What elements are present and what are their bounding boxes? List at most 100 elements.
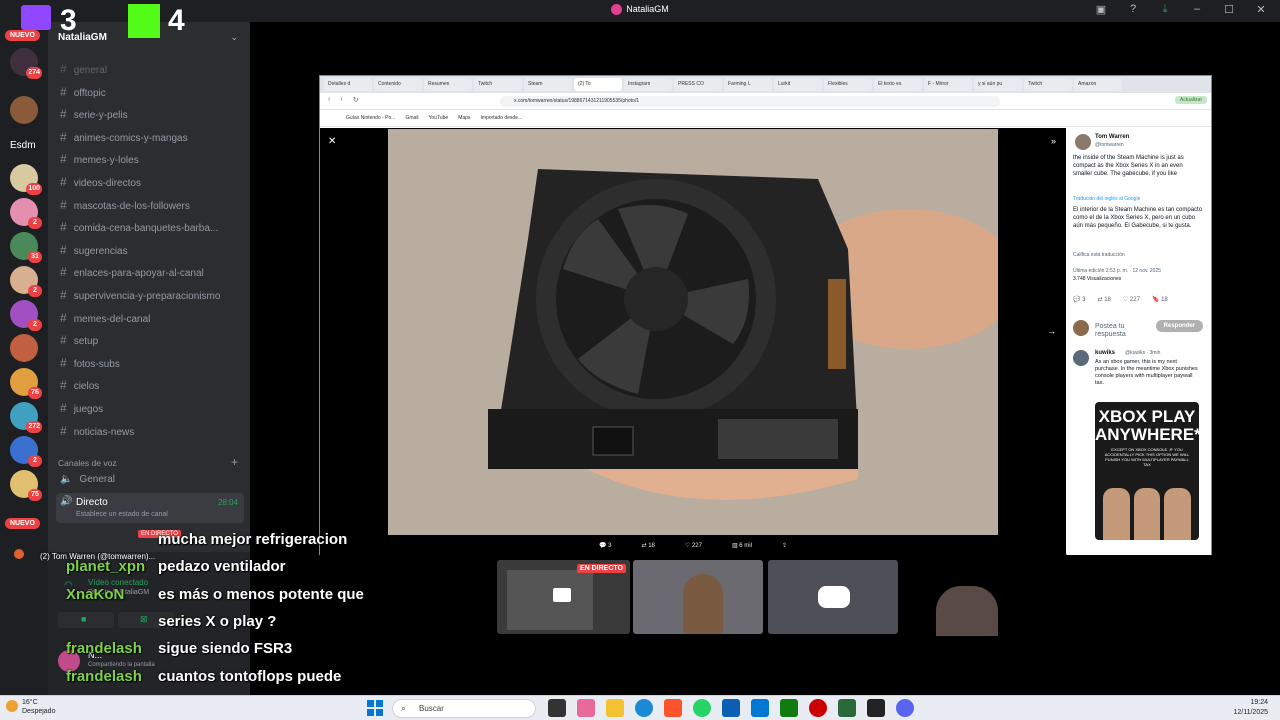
- update-button[interactable]: Actualizar: [1175, 96, 1207, 104]
- close-icon[interactable]: ✕: [328, 136, 336, 147]
- browser-tab[interactable]: Amazon: [1074, 78, 1122, 91]
- url-field[interactable]: x.com/tomwarren/status/19886714312119055…: [500, 96, 1000, 107]
- channel-item[interactable]: # memes-y-loles: [60, 152, 139, 166]
- file-explorer-icon[interactable]: [606, 699, 624, 717]
- channel-status[interactable]: Establece un estado de canal: [76, 511, 168, 518]
- avatar[interactable]: [1073, 350, 1089, 366]
- server-icon[interactable]: 75: [10, 470, 42, 501]
- reload-icon[interactable]: ↻: [353, 96, 359, 104]
- bookmark-item[interactable]: Maps: [458, 115, 470, 126]
- channel-item[interactable]: # animes-comics-y-mangas: [60, 130, 188, 144]
- translation-label[interactable]: Traducido del inglés al Google: [1073, 196, 1140, 202]
- server-icon[interactable]: 2: [10, 436, 42, 467]
- taskbar-search[interactable]: ⌕ Buscar: [392, 699, 536, 718]
- weather-widget[interactable]: 16°C Despejado: [22, 698, 55, 716]
- browser-tab[interactable]: PRESS CO: [674, 78, 722, 91]
- server-icon[interactable]: [10, 96, 38, 124]
- server-icon[interactable]: 31: [10, 232, 42, 263]
- chevron-down-icon[interactable]: ⌄: [230, 32, 238, 43]
- channel-item[interactable]: # mascotas-de-los-followers: [60, 198, 190, 212]
- server-icon[interactable]: 272: [10, 402, 42, 433]
- server-icon[interactable]: 2: [10, 266, 42, 297]
- repost-icon[interactable]: ⇄ 18: [1097, 296, 1110, 303]
- browser-tab[interactable]: Contenido: [374, 78, 422, 91]
- server-icon[interactable]: 2: [10, 300, 42, 331]
- browser-tab[interactable]: Farming L: [724, 78, 772, 91]
- channel-item[interactable]: # general: [60, 62, 107, 76]
- minimize-icon[interactable]: –: [1188, 3, 1206, 16]
- channel-item[interactable]: # serie-y-pelis: [60, 107, 128, 121]
- task-view-icon[interactable]: [548, 699, 566, 717]
- browser-tab[interactable]: Twitch: [1024, 78, 1072, 91]
- server-icon[interactable]: 2: [10, 198, 42, 229]
- bookmark-icon[interactable]: 🔖 18: [1152, 296, 1168, 303]
- brave-icon[interactable]: [664, 699, 682, 717]
- channel-item[interactable]: # noticias-news: [60, 424, 134, 438]
- discord-icon[interactable]: [896, 699, 914, 717]
- bookmark-item[interactable]: Importado desde...: [480, 115, 522, 126]
- browser-tab[interactable]: Resumen: [424, 78, 472, 91]
- server-label[interactable]: Esdm: [10, 140, 36, 151]
- tweet-handle[interactable]: @tomwarren: [1095, 142, 1124, 148]
- notification-text[interactable]: (2) Tom Warren (@tomwarren)...: [40, 552, 155, 561]
- xbox-icon[interactable]: [780, 699, 798, 717]
- reply-author[interactable]: kuwiks: [1095, 350, 1115, 356]
- app-icon[interactable]: [838, 699, 856, 717]
- participant-tile-stream[interactable]: EN DIRECTO: [497, 560, 630, 634]
- like-count[interactable]: ♡ 227: [685, 542, 702, 555]
- browser-tab[interactable]: Flexibles: [824, 78, 872, 91]
- help-icon[interactable]: ?: [1124, 3, 1142, 16]
- download-icon[interactable]: ⤓: [1156, 3, 1174, 16]
- participant-tile-camera[interactable]: [633, 560, 763, 634]
- repost-count[interactable]: ⇄ 18: [641, 542, 654, 555]
- voice-channel-directo[interactable]: 🔊 Directo 28:04 Establece un estado de c…: [56, 493, 244, 523]
- browser-tab[interactable]: (2) To: [574, 78, 622, 91]
- browser-tab[interactable]: Instagram: [624, 78, 672, 91]
- close-icon[interactable]: ✕: [1252, 3, 1270, 16]
- reply-image[interactable]: XBOX PLAY ANYWHERE* EXCEPT ON XBOX CONSO…: [1095, 402, 1199, 540]
- browser-tab[interactable]: El texto es: [874, 78, 922, 91]
- reply-icon[interactable]: 💬 3: [1073, 296, 1085, 303]
- channel-item[interactable]: # setup: [60, 333, 98, 347]
- avatar[interactable]: [1075, 134, 1091, 150]
- rate-translation[interactable]: Califica esta traducción: [1073, 252, 1125, 258]
- store-icon[interactable]: [722, 699, 740, 717]
- voice-category[interactable]: Canales de voz: [58, 458, 117, 468]
- chat-username[interactable]: XnaKoN: [66, 586, 124, 603]
- participant-tile-discord[interactable]: [768, 560, 898, 634]
- channel-item[interactable]: # sugerencias: [60, 243, 128, 257]
- voice-channel-general[interactable]: 🔈 General: [60, 474, 115, 485]
- view-count[interactable]: ▥ 6 mil: [732, 542, 752, 555]
- bookmark-item[interactable]: Gmail: [405, 115, 418, 126]
- channel-item[interactable]: # juegos: [60, 401, 103, 415]
- chat-username[interactable]: frandelash: [66, 640, 142, 657]
- channel-item[interactable]: # enlaces-para-apoyar-al-canal: [60, 265, 204, 279]
- browser-tab[interactable]: F - Mirror: [924, 78, 972, 91]
- channel-item[interactable]: # memes-del-canal: [60, 311, 150, 325]
- server-icon[interactable]: [10, 334, 38, 362]
- whatsapp-icon[interactable]: [693, 699, 711, 717]
- tweet-author[interactable]: Tom Warren: [1095, 134, 1129, 140]
- chat-username[interactable]: frandelash: [66, 668, 142, 685]
- reply-input[interactable]: Postea tu respuesta: [1095, 323, 1145, 339]
- camera-button[interactable]: ■: [58, 612, 114, 628]
- server-icon[interactable]: 100: [10, 164, 42, 195]
- server-icon[interactable]: 274: [10, 48, 42, 79]
- windows-start-icon[interactable]: [367, 700, 383, 716]
- tweet-photo[interactable]: [388, 129, 998, 535]
- inbox-icon[interactable]: ▣: [1092, 3, 1110, 16]
- channel-item[interactable]: # comida-cena-banquetes-barba...: [60, 220, 218, 234]
- share-icon[interactable]: ⇪: [782, 542, 787, 555]
- browser-tab[interactable]: Lurkit: [774, 78, 822, 91]
- add-channel-icon[interactable]: +: [231, 455, 238, 469]
- collapse-icon[interactable]: »: [1051, 136, 1056, 146]
- channel-item[interactable]: # supervivencia-y-preparacionismo: [60, 288, 220, 302]
- channel-item[interactable]: # offtopic: [60, 85, 106, 99]
- channel-item[interactable]: # cielos: [60, 378, 99, 392]
- channel-item[interactable]: # fotos-subs: [60, 356, 120, 370]
- browser-tab[interactable]: Twitch: [474, 78, 522, 91]
- next-photo-icon[interactable]: →: [1047, 326, 1056, 336]
- taskbar-clock[interactable]: 19:24 12/11/2025: [1233, 698, 1268, 718]
- browser-tab[interactable]: Steam: [524, 78, 572, 91]
- server-icon[interactable]: 76: [10, 368, 42, 399]
